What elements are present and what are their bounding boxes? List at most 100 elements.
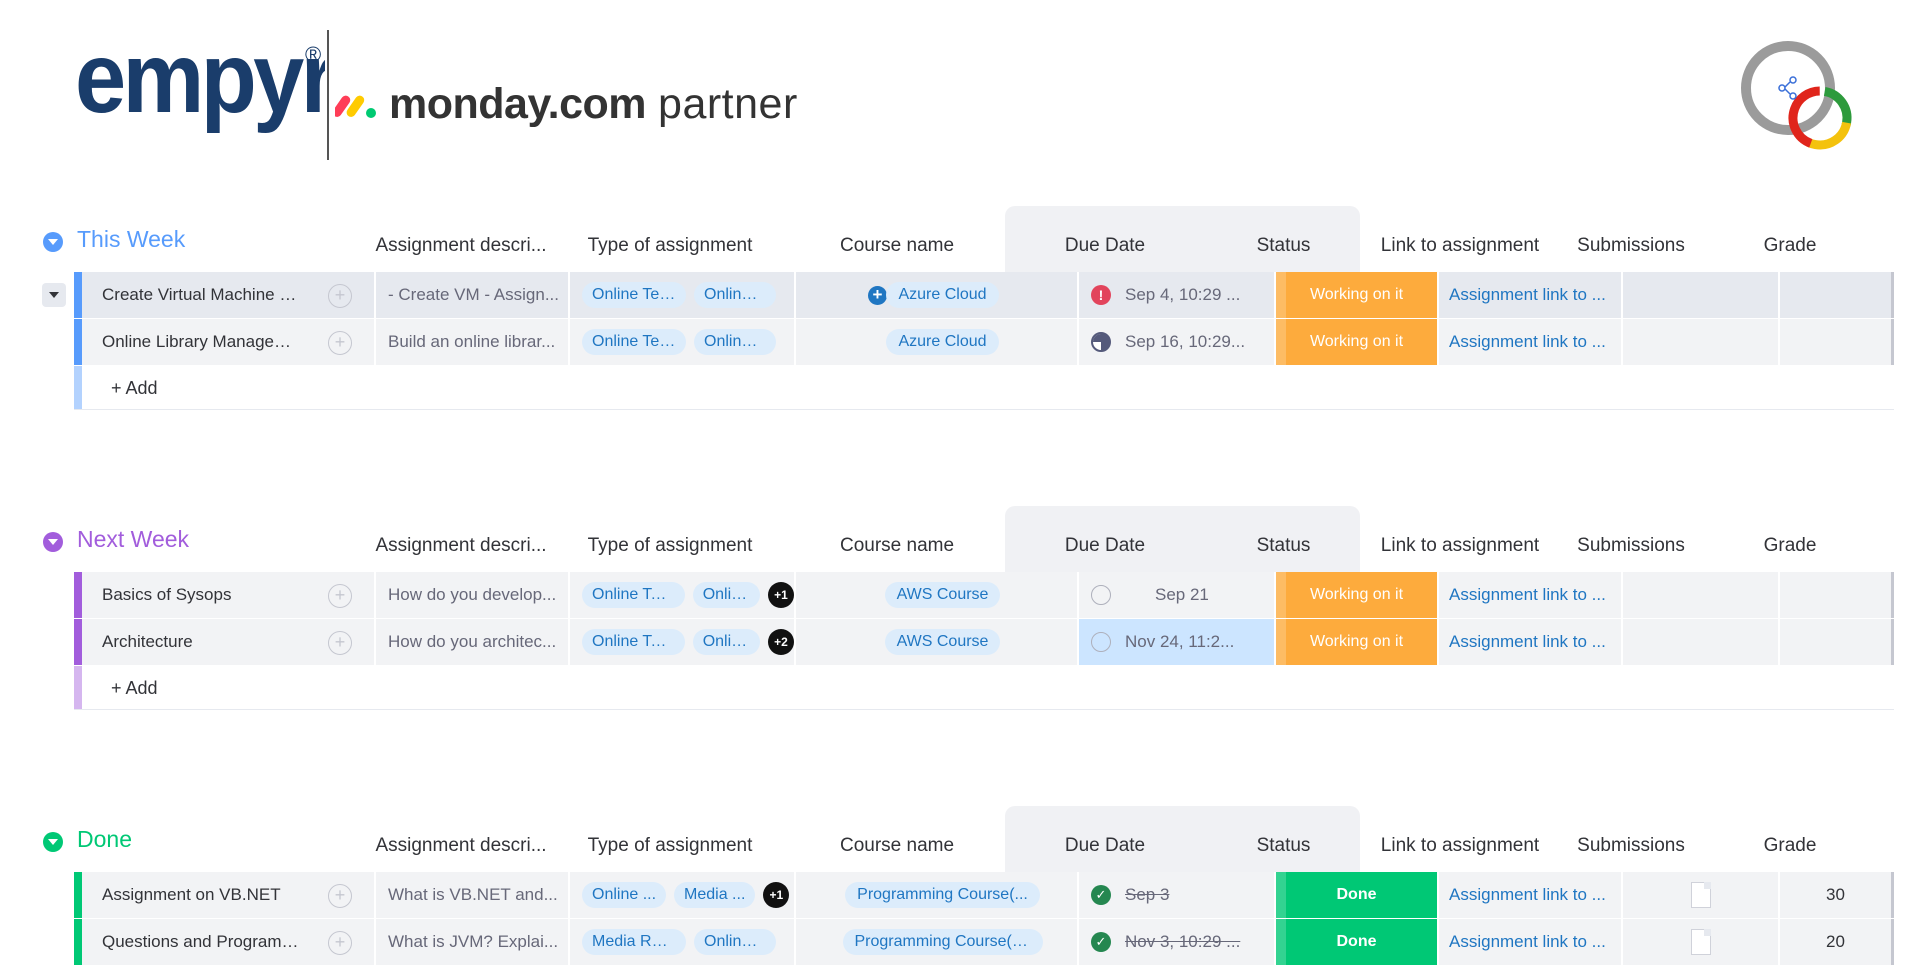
table-row[interactable]: Architecture + How do you architec... Onlin… [74,619,1894,666]
description-cell[interactable]: - Create VM - Assign... [376,272,570,318]
column-header-submissions[interactable]: Submissions [1556,520,1706,572]
row-menu-icon[interactable] [42,283,66,307]
item-name[interactable]: Basics of Sysops [102,585,302,605]
column-header-type[interactable]: Type of assignment [570,820,770,872]
grade-cell[interactable] [1780,619,1894,665]
add-update-icon[interactable]: + [328,284,352,308]
file-icon[interactable] [1690,882,1711,908]
table-row[interactable]: Basics of Sysops + How do you develop... On… [74,572,1894,619]
column-header-description[interactable]: Assignment descri... [375,220,546,272]
submissions-cell[interactable] [1623,919,1780,965]
due-date-cell[interactable]: ✓ Nov 3, 10:29 ... [1079,919,1276,965]
type-tag[interactable]: Online Tex... [582,582,685,608]
submissions-cell[interactable] [1623,872,1780,918]
assignment-link[interactable]: Assignment link to ... [1449,932,1609,952]
grade-cell[interactable] [1780,272,1894,318]
group-collapse-icon[interactable] [43,232,63,252]
type-tag[interactable]: Online Tex... [582,329,686,355]
course-tag[interactable]: Azure Cloud [886,282,999,308]
table-row[interactable]: Online Library Managem... + Build an onlin… [74,319,1894,366]
column-header-status[interactable]: Status [1202,220,1365,272]
add-update-icon[interactable]: + [328,931,352,955]
status-cell[interactable]: Working on it [1276,619,1439,665]
status-cell[interactable]: Working on it [1276,572,1439,618]
column-header-grade[interactable]: Grade [1720,820,1860,872]
column-header-description[interactable]: Assignment descri... [375,820,546,872]
column-header-due[interactable]: Due Date [1005,220,1205,272]
description-cell[interactable]: What is VB.NET and... [376,872,570,918]
column-header-submissions[interactable]: Submissions [1556,220,1706,272]
course-cell[interactable]: Azure Cloud [796,319,1079,365]
status-cell[interactable]: Working on it [1276,319,1439,365]
link-cell[interactable]: Assignment link to ... [1439,572,1623,618]
file-icon[interactable] [1690,929,1711,955]
status-cell[interactable]: Done [1276,919,1439,965]
type-tag[interactable]: Media Rec... [582,929,686,955]
type-tag[interactable]: Online U... [694,282,776,308]
type-tag[interactable]: Online Tex... [582,629,685,655]
item-name[interactable]: Create Virtual Machine a... [102,285,302,305]
add-item-label[interactable]: + Add [111,378,158,399]
column-header-link[interactable]: Link to assignment [1380,220,1540,272]
item-name-cell[interactable]: Questions and Programs... + [82,919,376,965]
column-header-course[interactable]: Course name [797,820,997,872]
table-row[interactable]: Questions and Programs... + What is JVM? E… [74,919,1894,966]
description-cell[interactable]: How do you architec... [376,619,570,665]
assignment-link[interactable]: Assignment link to ... [1449,332,1609,352]
course-tag[interactable]: Programming Course(J... [842,929,1043,955]
type-tag[interactable]: Online Tex... [582,282,686,308]
table-row[interactable]: Create Virtual Machine a... + - Create VM … [74,272,1894,319]
course-tag[interactable]: Azure Cloud [886,329,999,355]
assignment-link[interactable]: Assignment link to ... [1449,632,1609,652]
due-date-cell[interactable]: ✓ Sep 3 [1079,872,1276,918]
type-tag[interactable]: Online U... [694,929,776,955]
item-name-cell[interactable]: Online Library Managem... + [82,319,376,365]
add-item-row[interactable]: + Add [74,666,1894,710]
more-tags-badge[interactable]: +2 [768,629,794,655]
column-header-status[interactable]: Status [1202,520,1365,572]
description-cell[interactable]: What is JVM? Explai... [376,919,570,965]
due-date-cell[interactable]: Sep 16, 10:29... [1079,319,1276,365]
group-collapse-icon[interactable] [43,832,63,852]
add-update-icon[interactable]: + [328,884,352,908]
course-tag[interactable]: AWS Course [884,582,1001,608]
description-cell[interactable]: Build an online librar... [376,319,570,365]
submissions-cell[interactable] [1623,572,1780,618]
column-header-type[interactable]: Type of assignment [570,520,770,572]
group-title[interactable]: This Week [77,226,185,253]
group-collapse-icon[interactable] [43,532,63,552]
grade-cell[interactable] [1780,572,1894,618]
column-header-course[interactable]: Course name [797,220,997,272]
item-name[interactable]: Online Library Managem... [102,332,302,352]
more-tags-badge[interactable]: +1 [768,582,794,608]
grade-cell[interactable]: 30 [1780,872,1894,918]
add-item-label[interactable]: + Add [111,678,158,699]
submissions-cell[interactable] [1623,272,1780,318]
link-cell[interactable]: Assignment link to ... [1439,272,1623,318]
type-tag[interactable]: Onlin... [692,582,760,608]
course-tag[interactable]: AWS Course [884,629,1001,655]
grade-cell[interactable]: 20 [1780,919,1894,965]
due-date-cell[interactable]: Sep 21 [1079,572,1276,618]
link-cell[interactable]: Assignment link to ... [1439,319,1623,365]
course-cell[interactable]: Programming Course(... [796,872,1079,918]
course-cell[interactable]: Programming Course(J... [796,919,1079,965]
group-title[interactable]: Done [77,826,132,853]
add-item-row[interactable]: + Add [74,366,1894,410]
link-cell[interactable]: Assignment link to ... [1439,919,1623,965]
course-cell[interactable]: AWS Course [796,572,1079,618]
due-date-cell[interactable]: Nov 24, 11:2... [1079,619,1276,665]
column-header-course[interactable]: Course name [797,520,997,572]
type-cell[interactable]: Media Rec... Online U... [570,919,796,965]
item-name[interactable]: Questions and Programs... [102,932,302,952]
grade-cell[interactable] [1780,319,1894,365]
column-header-status[interactable]: Status [1202,820,1365,872]
column-header-link[interactable]: Link to assignment [1380,520,1540,572]
add-update-icon[interactable]: + [328,331,352,355]
column-header-submissions[interactable]: Submissions [1556,820,1706,872]
status-cell[interactable]: Done [1276,872,1439,918]
assignment-link[interactable]: Assignment link to ... [1449,585,1609,605]
column-header-link[interactable]: Link to assignment [1380,820,1540,872]
type-cell[interactable]: Online ... Media ... +1 [570,872,796,918]
description-cell[interactable]: How do you develop... [376,572,570,618]
